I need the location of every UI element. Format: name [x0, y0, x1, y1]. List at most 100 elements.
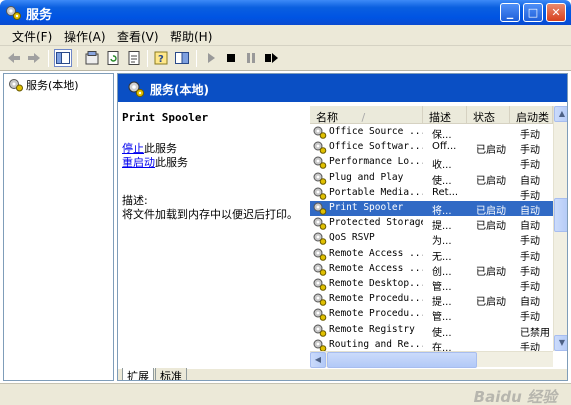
toolbar-separator	[48, 50, 49, 67]
table-row[interactable]: Office Softwar... Off... 已启动 手动	[310, 140, 553, 157]
table-row[interactable]: Remote Procedu... 提... 已启动 自动	[310, 292, 553, 309]
column-header-startup[interactable]: 启动类	[510, 106, 553, 124]
column-header-status[interactable]: 状态	[467, 106, 510, 124]
close-button[interactable]: ✕	[546, 3, 566, 22]
service-name-cell: Remote Procedu...	[329, 308, 423, 320]
forward-arrow-icon[interactable]	[26, 50, 42, 66]
watermark-text: Baidu 经验	[473, 388, 557, 405]
scroll-down-icon[interactable]: ▼	[554, 335, 567, 351]
service-startup-cell: 自动	[520, 175, 540, 187]
table-row[interactable]: Remote Access ... 无... 手动	[310, 247, 553, 263]
service-gear-icon	[313, 202, 327, 215]
restart-icon[interactable]	[263, 50, 279, 66]
service-desc-cell: 使...	[432, 175, 452, 187]
horizontal-scroll-thumb[interactable]	[327, 352, 477, 368]
scroll-up-icon[interactable]: ▲	[554, 106, 567, 122]
service-desc-cell: 提...	[432, 297, 452, 309]
maximize-button[interactable]: □	[523, 3, 543, 22]
menu-view[interactable]: 查看(V)	[117, 28, 159, 45]
tree-item-services-local[interactable]: 服务(本地)	[8, 77, 79, 93]
table-row[interactable]: Remote Access ... 创... 已启动 手动	[310, 262, 553, 278]
services-list: 名称 / 描述 状态 启动类 Office Source ... 保... 手动 Of…	[310, 106, 567, 369]
column-header-desc[interactable]: 描述	[423, 106, 467, 124]
svg-text:?: ?	[158, 54, 164, 65]
view-tabs: 扩展 标准	[118, 368, 567, 380]
service-startup-cell: 手动	[520, 282, 540, 293]
service-gear-icon	[313, 156, 327, 170]
export-list-icon[interactable]	[126, 50, 142, 66]
service-startup-cell: 自动	[520, 221, 540, 233]
column-header-name[interactable]: 名称 /	[310, 106, 423, 124]
table-row[interactable]: Performance Lo... 收... 手动	[310, 155, 553, 172]
service-name-cell: Protected Storage	[329, 217, 423, 229]
restart-service-link[interactable]: 重启动	[122, 156, 155, 169]
table-row[interactable]: Remote Desktop... 管... 手动	[310, 277, 553, 293]
toolbar-separator	[147, 50, 148, 67]
service-rows: Office Source ... 保... 手动 Office Softwar...…	[310, 125, 553, 351]
play-icon[interactable]	[203, 50, 219, 66]
service-name-cell: QoS RSVP	[329, 232, 375, 244]
service-desc-cell: 保...	[432, 130, 452, 141]
service-desc-cell: 管...	[432, 312, 452, 324]
restart-service-line: 重启动此服务	[122, 154, 188, 170]
help-icon[interactable]: ?	[153, 50, 169, 66]
table-row[interactable]: Office Source ... 保... 手动	[310, 125, 553, 141]
table-row[interactable]: Protected Storage 提... 已启动 自动	[310, 216, 553, 233]
vertical-scrollbar[interactable]: ▲ ▼	[553, 106, 567, 351]
service-name-cell: Office Softwar...	[329, 141, 423, 153]
table-row[interactable]: Remote Registry 使... 已禁用	[310, 323, 553, 339]
service-desc-cell: 在...	[432, 342, 452, 351]
service-startup-cell: 手动	[520, 160, 540, 172]
service-gear-icon	[313, 339, 327, 351]
service-gear-icon	[313, 141, 327, 154]
toolbar-separator	[77, 50, 78, 67]
service-gear-icon	[313, 293, 327, 306]
sort-arrow-icon: /	[361, 111, 366, 124]
menu-help[interactable]: 帮助(H)	[170, 28, 212, 45]
pause-icon[interactable]	[243, 50, 259, 66]
properties-icon[interactable]	[84, 50, 100, 66]
tab-extended[interactable]: 扩展	[122, 368, 154, 380]
service-status-cell: 已启动	[476, 297, 506, 309]
window-title: 服务	[26, 8, 53, 23]
back-arrow-icon[interactable]	[6, 50, 22, 66]
minimize-button[interactable]: _	[500, 3, 520, 22]
column-header-name-label: 名称	[316, 111, 338, 124]
tab-standard[interactable]: 标准	[155, 368, 187, 380]
scroll-left-icon[interactable]: ◀	[310, 352, 326, 368]
service-desc-cell: Off...	[432, 141, 457, 153]
service-name-cell: Remote Access ...	[329, 247, 423, 259]
service-startup-cell: 已禁用	[520, 327, 550, 339]
service-desc-cell: 创...	[432, 266, 452, 278]
table-row[interactable]: Portable Media... Ret... 手动	[310, 186, 553, 202]
stop-icon[interactable]	[223, 50, 239, 66]
console-icon[interactable]	[174, 50, 190, 66]
service-gear-icon	[313, 263, 327, 276]
refresh-icon[interactable]	[105, 50, 121, 66]
service-startup-cell: 手动	[520, 145, 540, 157]
service-status-cell: 已启动	[476, 175, 506, 187]
service-gear-icon	[313, 308, 327, 322]
service-desc-cell: 无...	[432, 251, 452, 263]
service-name-cell: Office Source ...	[329, 126, 423, 137]
description-text: 将文件加载到内存中以便迟后打印。	[122, 208, 298, 221]
service-status-cell: 已启动	[476, 206, 506, 217]
service-startup-cell: 自动	[520, 206, 540, 217]
table-row[interactable]: QoS RSVP 为... 手动	[310, 231, 553, 248]
table-row[interactable]: Plug and Play 使... 已启动 自动	[310, 171, 553, 187]
service-gear-icon	[313, 324, 327, 337]
title-bar[interactable]: 服务 _ □ ✕	[0, 0, 571, 25]
pane-title: 服务(本地)	[150, 83, 209, 97]
service-desc-cell: 为...	[432, 236, 452, 248]
menu-action[interactable]: 操作(A)	[64, 28, 106, 45]
service-desc-cell: 提...	[432, 221, 452, 233]
show-hide-tree-icon[interactable]	[54, 49, 72, 67]
table-row[interactable]: Routing and Re... 在... 手动	[310, 338, 553, 351]
table-row[interactable]: Print Spooler 将... 已启动 自动	[310, 201, 553, 217]
vertical-scroll-thumb[interactable]	[554, 198, 567, 232]
status-bar: Baidu 经验	[0, 383, 571, 405]
horizontal-scrollbar[interactable]: ◀	[310, 351, 553, 368]
service-startup-cell: 手动	[520, 236, 540, 248]
menu-file[interactable]: 文件(F)	[12, 28, 52, 45]
table-row[interactable]: Remote Procedu... 管... 手动	[310, 307, 553, 324]
